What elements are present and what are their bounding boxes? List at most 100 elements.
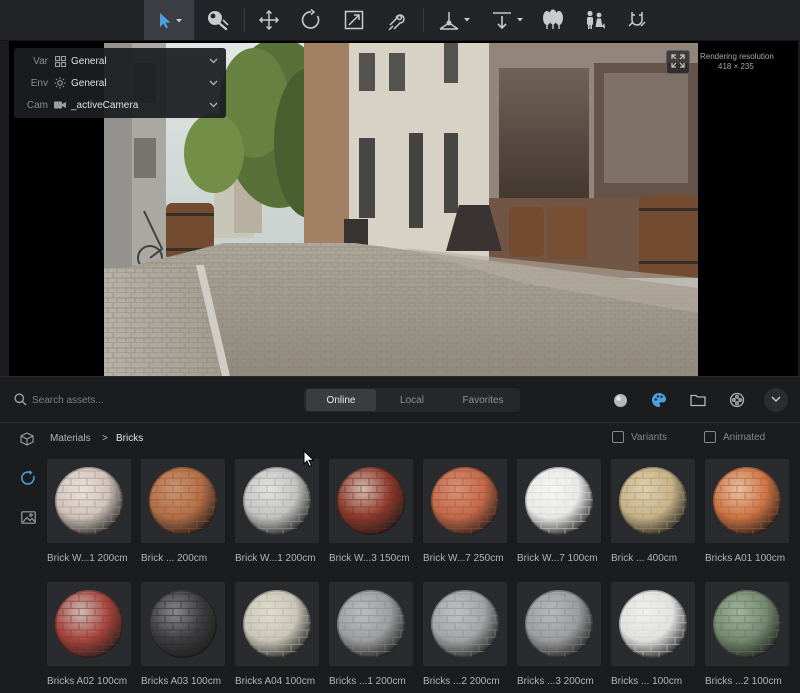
sun-icon <box>54 77 66 89</box>
asset-label: Bricks ...1 200cm <box>329 676 406 687</box>
asset-source-tabs: Online Local Favorites <box>304 388 520 412</box>
arrow-cursor-icon <box>152 10 186 30</box>
breadcrumb-bricks: Bricks <box>116 433 144 444</box>
material-preview-sphere <box>149 467 217 535</box>
breadcrumb-materials[interactable]: Materials <box>50 433 91 444</box>
asset-tile[interactable] <box>705 582 789 666</box>
people-icon <box>583 9 607 31</box>
asset-tile[interactable] <box>329 459 413 543</box>
material-preview-sphere <box>243 590 311 658</box>
asset-label: Brick W...7 100cm <box>517 553 598 564</box>
material-preview-sphere <box>243 467 311 535</box>
variant-value: General <box>71 55 107 67</box>
material-preview-sphere <box>431 590 499 658</box>
asset-tile[interactable] <box>423 582 507 666</box>
variants-checkbox[interactable]: Variants <box>612 431 667 443</box>
environment-selector[interactable]: Env General <box>14 72 226 94</box>
material-preview-sphere <box>713 467 781 535</box>
move-arrows-icon <box>258 9 280 31</box>
checkbox-box[interactable] <box>704 431 716 443</box>
scene-settings-overlay: Var General Env General Cam _activeCamer… <box>14 48 226 118</box>
align-tool-button[interactable] <box>486 0 530 40</box>
asset-search-input[interactable] <box>32 390 232 410</box>
asset-tile[interactable] <box>329 582 413 666</box>
checkbox-box[interactable] <box>612 431 624 443</box>
material-preview-sphere <box>55 467 123 535</box>
scatter-tool-button[interactable] <box>536 0 570 40</box>
place-tool-button[interactable] <box>380 0 414 40</box>
asset-tile[interactable] <box>141 582 225 666</box>
rendering-resolution-label: Rendering resolution <box>700 52 774 61</box>
asset-tile[interactable] <box>705 459 789 543</box>
mouse-pointer-icon <box>303 449 315 471</box>
asset-label: Bricks A03 100cm <box>141 676 222 687</box>
all-assets-button[interactable] <box>19 469 37 487</box>
variant-key-label: Var <box>33 55 48 67</box>
asset-tile[interactable] <box>611 582 695 666</box>
snap-tool-button[interactable] <box>620 0 654 40</box>
animated-label: Animated <box>723 431 766 443</box>
palette-icon <box>652 393 666 407</box>
chevron-down-icon <box>206 80 220 86</box>
asset-tile[interactable] <box>235 582 319 666</box>
asset-tile[interactable] <box>141 459 225 543</box>
asset-label: Bricks A01 100cm <box>705 553 786 564</box>
asset-tile[interactable] <box>47 459 131 543</box>
material-preview-sphere <box>619 467 687 535</box>
pivot-tool-button[interactable] <box>432 0 476 40</box>
main-toolbar <box>0 0 800 41</box>
reel-icon <box>729 392 745 408</box>
camera-key-label: Cam <box>26 99 48 111</box>
asset-tile[interactable] <box>47 582 131 666</box>
variant-selector[interactable]: Var General <box>14 50 226 72</box>
images-button[interactable] <box>19 508 37 526</box>
material-preview-sphere <box>337 467 405 535</box>
material-preview-sphere <box>149 590 217 658</box>
material-preview-sphere <box>525 590 593 658</box>
material-preview-sphere <box>713 590 781 658</box>
pivot-axes-icon <box>436 9 472 31</box>
trees-icon <box>541 9 565 31</box>
chevron-down-icon <box>771 394 781 406</box>
tab-local[interactable]: Local <box>377 389 447 411</box>
asset-label: Brick ... 400cm <box>611 553 678 564</box>
material-sphere-filter-button[interactable] <box>611 391 629 409</box>
asset-label: Bricks A04 100cm <box>235 676 316 687</box>
variants-label: Variants <box>631 431 667 443</box>
align-ground-icon <box>490 9 526 31</box>
expand-icon <box>671 53 685 71</box>
environment-key-label: Env <box>30 77 48 89</box>
rotate-icon <box>300 9 322 31</box>
tab-online[interactable]: Online <box>306 389 376 411</box>
material-preview-sphere <box>431 467 499 535</box>
asset-tile[interactable] <box>235 459 319 543</box>
collapse-panel-button[interactable] <box>764 388 788 412</box>
tab-favorites[interactable]: Favorites <box>448 389 518 411</box>
asset-tile[interactable] <box>423 459 507 543</box>
asset-label: Bricks A02 100cm <box>47 676 128 687</box>
folder-button[interactable] <box>689 391 707 409</box>
asset-tile[interactable] <box>517 582 601 666</box>
camera-selector[interactable]: Cam _activeCamera <box>14 94 226 116</box>
rotate-tool-button[interactable] <box>294 0 328 40</box>
people-tool-button[interactable] <box>578 0 612 40</box>
scale-icon <box>343 9 365 31</box>
palette-filter-button[interactable] <box>650 391 668 409</box>
place-on-surface-icon <box>386 9 408 31</box>
select-tool-button[interactable] <box>144 0 194 40</box>
scale-tool-button[interactable] <box>337 0 371 40</box>
material-preview-sphere <box>55 590 123 658</box>
cube-icon <box>20 432 34 449</box>
asset-label: Brick ... 200cm <box>141 553 208 564</box>
material-picker-button[interactable] <box>199 0 237 40</box>
asset-tile[interactable] <box>611 459 695 543</box>
move-tool-button[interactable] <box>252 0 286 40</box>
material-preview-sphere <box>337 590 405 658</box>
asset-search-bar: Online Local Favorites <box>0 377 800 423</box>
folder-icon <box>690 394 706 407</box>
asset-tile[interactable] <box>517 459 601 543</box>
animated-checkbox[interactable]: Animated <box>704 431 765 443</box>
asset-browser: Online Local Favorites Materials > Brick… <box>0 376 800 693</box>
film-reel-button[interactable] <box>728 391 746 409</box>
fit-resolution-button[interactable] <box>666 50 690 74</box>
